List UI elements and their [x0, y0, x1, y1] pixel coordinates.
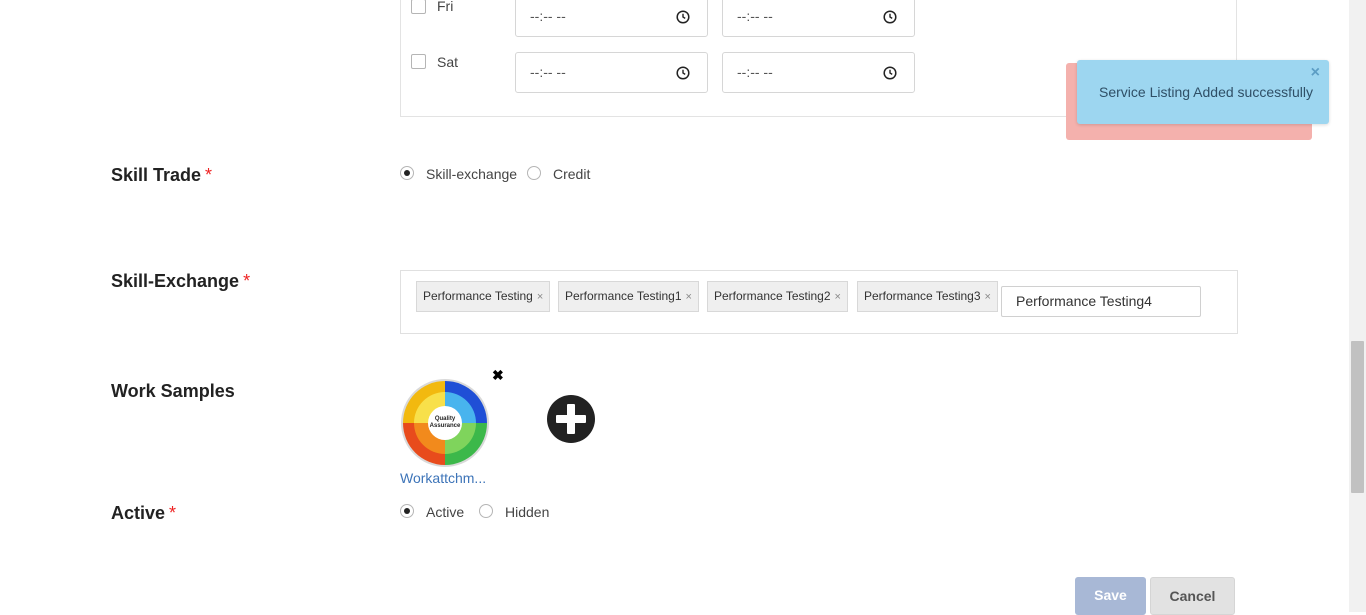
remove-tag-icon[interactable]: ×	[985, 291, 991, 303]
work-sample-caption-link[interactable]: Workattchm...	[400, 470, 486, 486]
remove-sample-close-icon[interactable]: ✖	[492, 367, 504, 384]
required-marker: *	[169, 503, 177, 523]
credit-radio-label[interactable]: Credit	[553, 166, 590, 182]
hidden-radio[interactable]	[479, 504, 493, 518]
remove-tag-icon[interactable]: ×	[686, 291, 692, 303]
fri-end-time-input[interactable]: --:-- --	[722, 0, 915, 37]
cancel-button[interactable]: Cancel	[1150, 577, 1235, 615]
skill-exchange-radio[interactable]	[400, 166, 414, 180]
sat-start-time-input[interactable]: --:-- --	[515, 52, 708, 93]
skill-tag-label: Performance Testing3	[864, 289, 981, 303]
toast-message: Service Listing Added successfully	[1099, 84, 1313, 100]
clock-icon[interactable]	[676, 10, 690, 24]
save-button[interactable]: Save	[1075, 577, 1146, 615]
scrollbar-thumb[interactable]	[1351, 341, 1364, 493]
skill-exchange-radio-label[interactable]: Skill-exchange	[426, 166, 517, 182]
page-scrollbar[interactable]	[1349, 0, 1366, 612]
clock-icon[interactable]	[676, 66, 690, 80]
fri-start-time-input[interactable]: --:-- --	[515, 0, 708, 37]
remove-tag-icon[interactable]: ×	[537, 291, 543, 303]
day-label-sat: Sat	[437, 54, 459, 70]
fri-start-time-value: --:-- --	[530, 8, 566, 24]
active-radio[interactable]	[400, 504, 414, 518]
skill-exchange-label-text: Skill-Exchange	[111, 271, 240, 291]
skill-tag-label: Performance Testing1	[565, 289, 682, 303]
skill-exchange-input[interactable]: Performance Testing4	[1001, 286, 1201, 317]
sat-end-time-input[interactable]: --:-- --	[722, 52, 915, 93]
skill-tag-label: Performance Testing2	[714, 289, 831, 303]
clock-icon[interactable]	[883, 66, 897, 80]
skill-tag: Performance Testing ×	[416, 281, 551, 312]
skill-tag-label: Performance Testing	[423, 289, 533, 303]
skill-tag: Performance Testing2 ×	[707, 281, 848, 312]
plus-circle-icon[interactable]	[547, 395, 595, 443]
sat-start-time-value: --:-- --	[530, 64, 566, 80]
day-label-fri: Fri	[437, 0, 454, 14]
required-marker: *	[243, 271, 251, 291]
skill-trade-label-text: Skill Trade	[111, 165, 202, 185]
day-checkbox-fri[interactable]	[411, 0, 426, 14]
active-label-text: Active	[111, 503, 166, 523]
required-marker: *	[205, 165, 213, 185]
skill-trade-label: Skill Trade *	[111, 165, 212, 186]
fri-end-time-value: --:-- --	[737, 8, 773, 24]
work-samples-label: Work Samples	[111, 381, 235, 401]
toast-close-icon[interactable]: ×	[1311, 65, 1320, 81]
skill-exchange-label: Skill-Exchange *	[111, 271, 250, 292]
work-sample-thumbnail[interactable]: Quality Assurance	[400, 378, 490, 468]
active-label: Active *	[111, 503, 176, 524]
thumbnail-text-line1: Quality	[435, 416, 456, 422]
clock-icon[interactable]	[883, 10, 897, 24]
thumbnail-text-line2: Assurance	[430, 423, 461, 429]
sat-end-time-value: --:-- --	[737, 64, 773, 80]
success-toast: Service Listing Added successfully ×	[1077, 60, 1329, 124]
day-checkbox-sat[interactable]	[411, 54, 426, 69]
remove-tag-icon[interactable]: ×	[835, 291, 841, 303]
skill-tag: Performance Testing1 ×	[558, 281, 699, 312]
credit-radio[interactable]	[527, 166, 541, 180]
hidden-radio-label[interactable]: Hidden	[505, 504, 549, 520]
skill-tag: Performance Testing3 ×	[857, 281, 998, 312]
active-radio-label[interactable]: Active	[426, 504, 464, 520]
